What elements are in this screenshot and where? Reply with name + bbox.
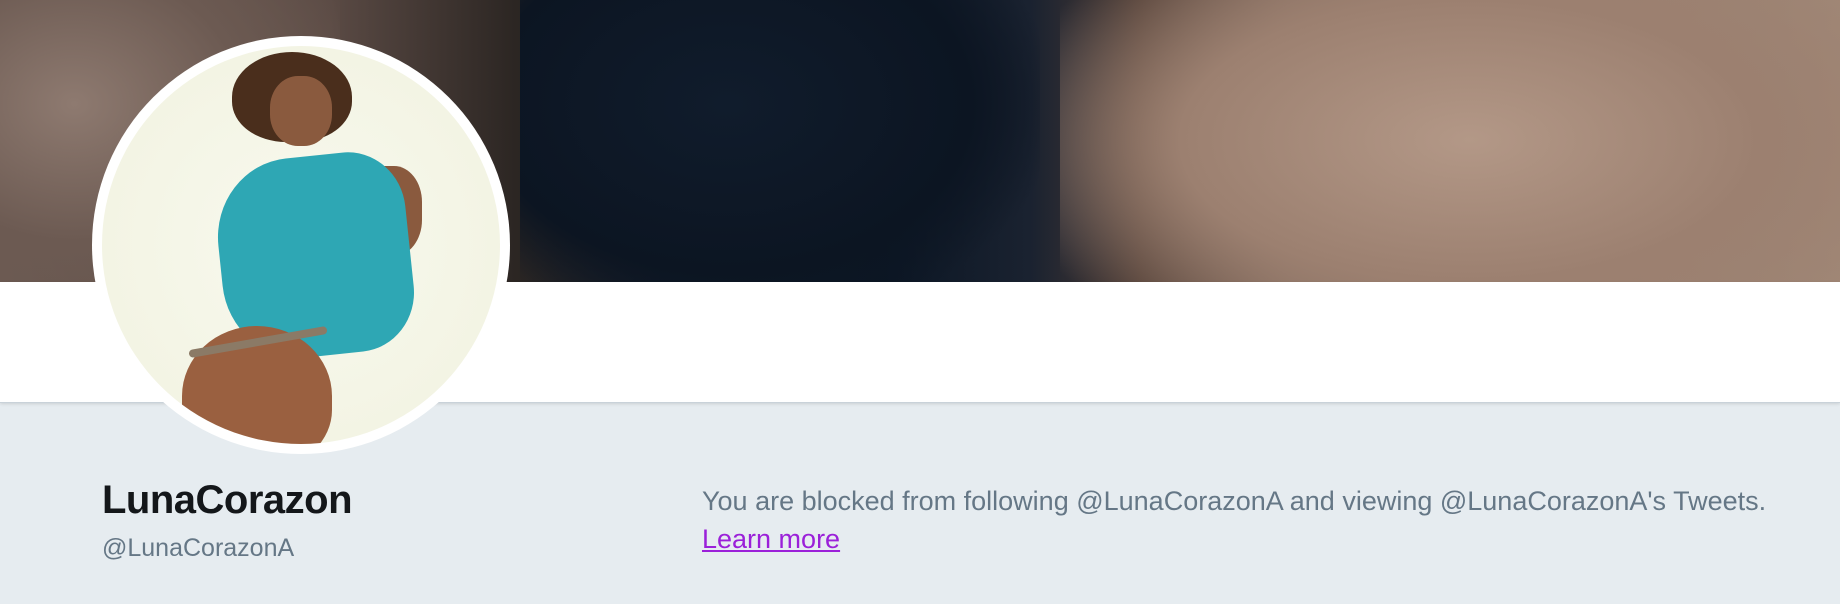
learn-more-link[interactable]: Learn more: [702, 524, 840, 555]
profile-handle[interactable]: @LunaCorazonA: [102, 534, 294, 563]
banner-shape-right: [1060, 0, 1840, 282]
banner-shape-dark: [520, 0, 1040, 282]
avatar-figure-face: [270, 76, 332, 146]
avatar[interactable]: [92, 36, 510, 454]
blocked-message: You are blocked from following @LunaCora…: [702, 486, 1767, 516]
avatar-image: [102, 46, 500, 444]
profile-display-name[interactable]: LunaCorazon: [102, 478, 353, 523]
